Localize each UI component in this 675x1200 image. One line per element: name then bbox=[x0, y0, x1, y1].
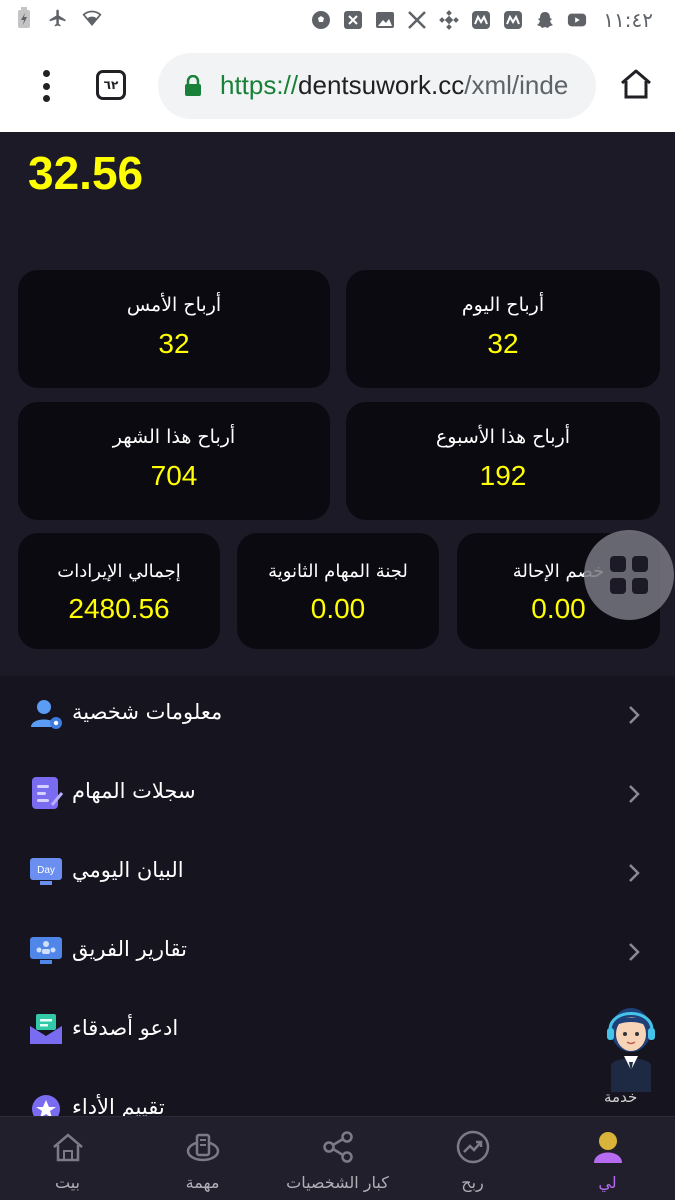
grid-menu-button[interactable] bbox=[584, 530, 674, 620]
x-twitter-icon bbox=[407, 10, 427, 30]
url-path: /xml/inde bbox=[464, 70, 569, 100]
nav-profit[interactable]: ربح bbox=[415, 1117, 530, 1200]
week-earnings-label: أرباح هذا الأسبوع bbox=[435, 426, 571, 448]
secondary-commission-card: لجنة المهام الثانوية 0.00 bbox=[237, 533, 439, 649]
x-box-icon bbox=[343, 10, 363, 30]
yesterday-earnings-label: أرباح الأمس bbox=[126, 294, 222, 316]
nav-profit-label: ربح bbox=[461, 1173, 484, 1192]
tab-switcher-button[interactable]: ٦٢ bbox=[96, 70, 126, 100]
browser-toolbar: ٦٢ https://dentsuwork.cc/xml/inde bbox=[0, 40, 675, 132]
nav-home[interactable]: بيت bbox=[10, 1117, 125, 1200]
menu-item-performance-rating[interactable]: تقييم الأداء bbox=[0, 1071, 675, 1116]
customer-service-label: خدمة bbox=[604, 1088, 638, 1106]
total-revenue-card: إجمالي الإيرادات 2480.56 bbox=[18, 533, 220, 649]
menu-item-personal-info[interactable]: معلومات شخصية bbox=[0, 676, 675, 754]
month-earnings-card: أرباح هذا الشهر 704 bbox=[18, 402, 330, 520]
mega-icon bbox=[471, 10, 491, 30]
secondary-commission-label: لجنة المهام الثانوية bbox=[268, 561, 408, 582]
month-earnings-value: 704 bbox=[150, 460, 198, 491]
menu-item-daily-statement[interactable]: Day البيان اليومي bbox=[0, 834, 675, 912]
share-icon bbox=[320, 1129, 356, 1165]
home-icon bbox=[50, 1129, 86, 1165]
chevron-right-icon bbox=[626, 783, 642, 805]
chevron-right-icon bbox=[626, 941, 642, 963]
yesterday-earnings-card: أرباح الأمس 32 bbox=[18, 270, 330, 388]
chevron-right-icon bbox=[626, 862, 642, 884]
soccer-ball-icon bbox=[311, 10, 331, 30]
week-earnings-value: 192 bbox=[479, 460, 527, 491]
airplane-mode-icon bbox=[48, 8, 68, 28]
nav-home-label: بيت bbox=[55, 1173, 80, 1192]
menu-label-daily-statement: البيان اليومي bbox=[72, 858, 184, 882]
month-earnings-label: أرباح هذا الشهر bbox=[112, 426, 236, 448]
today-earnings-value: 32 bbox=[487, 328, 519, 359]
trend-chart-icon bbox=[455, 1129, 491, 1165]
invite-mail-icon bbox=[28, 1012, 64, 1048]
user-icon bbox=[590, 1129, 626, 1165]
status-bar: ١١:٤٢ bbox=[0, 0, 675, 40]
menu-item-team-reports[interactable]: تقارير الفريق bbox=[0, 913, 675, 991]
nav-vip-label: كبار الشخصيات bbox=[286, 1173, 389, 1192]
chevron-right-icon bbox=[626, 704, 642, 726]
day-monitor-icon: Day bbox=[28, 854, 64, 890]
profile-menu: معلومات شخصية سجلات المهام Day البيان ال… bbox=[0, 676, 675, 1116]
menu-item-invite-friends[interactable]: ادعو أصدقاء bbox=[0, 992, 675, 1070]
menu-label-invite-friends: ادعو أصدقاء bbox=[72, 1016, 179, 1040]
wifi-icon bbox=[82, 8, 102, 28]
status-time: ١١:٤٢ bbox=[603, 8, 653, 32]
menu-label-personal-info: معلومات شخصية bbox=[72, 700, 223, 724]
task-records-icon bbox=[28, 775, 64, 811]
tab-count: ٦٢ bbox=[103, 78, 119, 92]
menu-label-performance-rating: تقييم الأداء bbox=[72, 1095, 165, 1116]
address-bar[interactable]: https://dentsuwork.cc/xml/inde bbox=[158, 53, 596, 119]
menu-item-task-records[interactable]: سجلات المهام bbox=[0, 755, 675, 833]
battery-charging-icon bbox=[14, 7, 34, 28]
snapchat-icon bbox=[535, 10, 555, 30]
image-icon bbox=[375, 10, 395, 30]
menu-label-task-records: سجلات المهام bbox=[72, 779, 196, 803]
total-revenue-label: إجمالي الإيرادات bbox=[57, 561, 181, 582]
today-earnings-card: أرباح اليوم 32 bbox=[346, 270, 660, 388]
mega-icon-2 bbox=[503, 10, 523, 30]
binance-icon bbox=[439, 10, 460, 30]
nav-me[interactable]: لي bbox=[550, 1117, 665, 1200]
menu-label-team-reports: تقارير الفريق bbox=[72, 937, 187, 961]
today-earnings-label: أرباح اليوم bbox=[461, 294, 545, 316]
task-icon bbox=[185, 1129, 221, 1165]
balance-amount: 32.56 bbox=[28, 147, 144, 199]
nav-task-label: مهمة bbox=[185, 1173, 220, 1192]
user-settings-icon bbox=[28, 696, 64, 732]
team-report-icon bbox=[28, 933, 64, 969]
support-agent-icon bbox=[607, 1008, 655, 1092]
week-earnings-card: أرباح هذا الأسبوع 192 bbox=[346, 402, 660, 520]
nav-me-label: لي bbox=[598, 1173, 617, 1192]
yesterday-earnings-value: 32 bbox=[158, 328, 190, 359]
total-revenue-value: 2480.56 bbox=[68, 593, 170, 624]
youtube-icon bbox=[567, 10, 587, 30]
nav-task[interactable]: مهمة bbox=[145, 1117, 260, 1200]
secondary-commission-value: 0.00 bbox=[310, 593, 366, 624]
nav-vip[interactable]: كبار الشخصيات bbox=[270, 1117, 405, 1200]
day-text: Day bbox=[37, 865, 55, 876]
home-icon[interactable] bbox=[618, 66, 654, 102]
url-host: dentsuwork.cc bbox=[298, 70, 465, 100]
url-text: https://dentsuwork.cc/xml/inde bbox=[220, 70, 568, 101]
url-scheme: https:// bbox=[220, 70, 299, 100]
performance-star-icon bbox=[28, 1091, 64, 1116]
more-options-icon[interactable] bbox=[30, 66, 62, 106]
lock-icon bbox=[184, 74, 202, 101]
bottom-navigation: بيت مهمة كبار الشخصيات ربح لي bbox=[0, 1116, 675, 1200]
